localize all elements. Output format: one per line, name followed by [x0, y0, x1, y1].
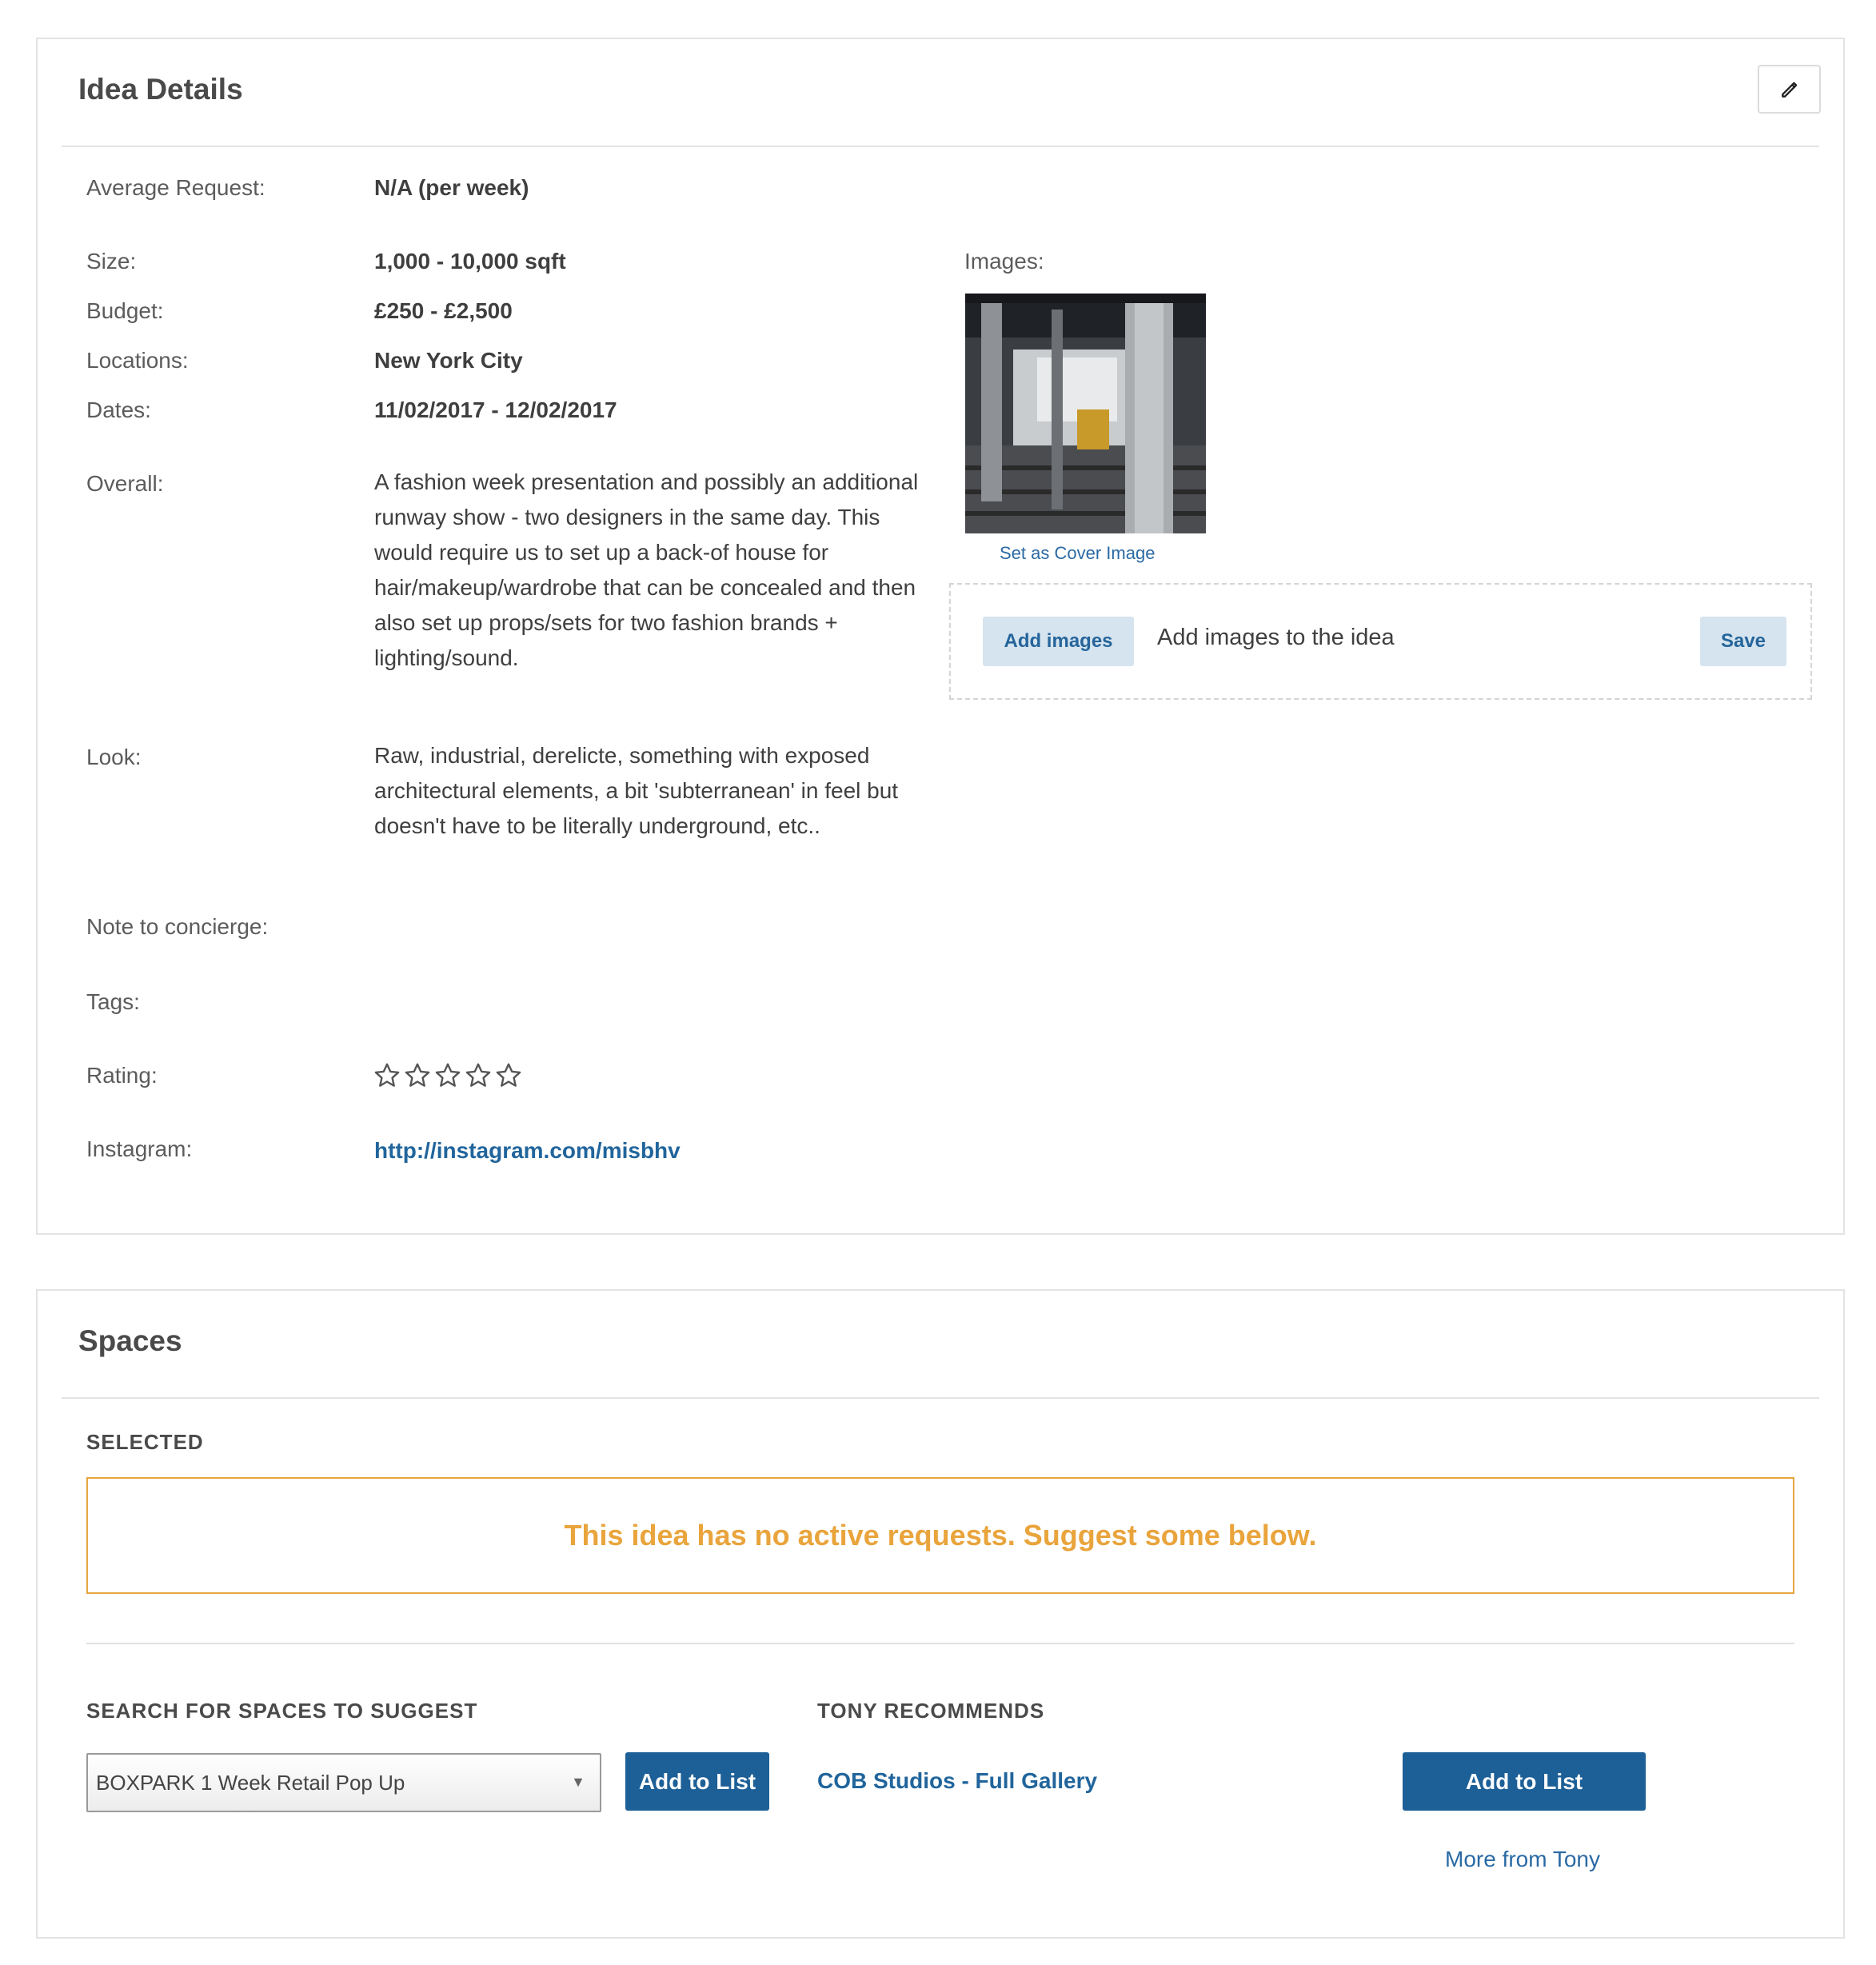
overall-label: Overall: — [86, 471, 164, 496]
selected-header: SELECTED — [86, 1430, 204, 1454]
locations-value: New York City — [374, 348, 523, 373]
rating-stars[interactable] — [373, 1061, 523, 1090]
star-icon[interactable] — [464, 1061, 493, 1090]
idea-image-thumbnail[interactable] — [965, 294, 1206, 533]
search-add-to-list-button[interactable]: Add to List — [625, 1752, 769, 1811]
recommend-add-to-list-button[interactable]: Add to List — [1403, 1752, 1646, 1811]
industrial-photo-image — [965, 294, 1206, 533]
spaces-title: Spaces — [78, 1324, 182, 1357]
average-request-value: N/A (per week) — [374, 175, 529, 200]
locations-label: Locations: — [86, 348, 189, 373]
star-icon[interactable] — [433, 1061, 462, 1090]
space-search-value: BOXPARK 1 Week Retail Pop Up — [96, 1770, 405, 1795]
look-value: Raw, industrial, derelicte, something wi… — [374, 743, 899, 838]
size-label: Size: — [86, 249, 137, 274]
rating-label: Rating: — [86, 1063, 158, 1088]
search-header: SEARCH FOR SPACES TO SUGGEST — [86, 1699, 478, 1723]
save-images-button[interactable]: Save — [1700, 617, 1786, 666]
recommended-space-link[interactable]: COB Studios - Full Gallery — [817, 1768, 1097, 1794]
budget-value: £250 - £2,500 — [374, 298, 513, 323]
overall-value: A fashion week presentation and possibly… — [374, 469, 919, 670]
add-images-button[interactable]: Add images — [983, 617, 1134, 666]
edit-button[interactable] — [1758, 65, 1821, 114]
dates-label: Dates: — [86, 397, 151, 422]
size-value: 1,000 - 10,000 sqft — [374, 249, 566, 274]
spaces-panel: Spaces SELECTED This idea has no active … — [36, 1289, 1845, 1939]
set-cover-image-link[interactable]: Set as Cover Image — [1000, 543, 1155, 564]
pencil-icon — [1781, 82, 1797, 98]
spaces-header-divider — [62, 1397, 1819, 1399]
space-search-select[interactable]: BOXPARK 1 Week Retail Pop Up ▼ — [86, 1753, 601, 1812]
image-upload-area: Add images Add images to the idea Save — [949, 583, 1812, 700]
more-from-tony-link[interactable]: More from Tony — [1445, 1847, 1600, 1872]
panel-title: Idea Details — [78, 73, 243, 106]
star-icon[interactable] — [373, 1061, 401, 1090]
recommends-header: TONY RECOMMENDS — [817, 1699, 1045, 1723]
dates-value: 11/02/2017 - 12/02/2017 — [374, 397, 617, 422]
note-label: Note to concierge: — [86, 914, 269, 939]
look-label: Look: — [86, 745, 142, 769]
no-requests-text: This idea has no active requests. Sugges… — [564, 1519, 1317, 1552]
instagram-link[interactable]: http://instagram.com/misbhv — [374, 1138, 681, 1164]
star-icon[interactable] — [494, 1061, 523, 1090]
average-request-label: Average Request: — [86, 175, 265, 200]
instagram-label: Instagram: — [86, 1136, 193, 1161]
no-requests-notice: This idea has no active requests. Sugges… — [86, 1477, 1794, 1594]
tags-label: Tags: — [86, 989, 140, 1014]
dropdown-caret-icon: ▼ — [571, 1774, 585, 1790]
idea-details-panel: Idea Details Average Request: N/A (per w… — [36, 38, 1845, 1235]
images-label: Images: — [964, 249, 1044, 274]
section-divider — [86, 1643, 1794, 1644]
star-icon[interactable] — [403, 1061, 432, 1090]
upload-hint: Add images to the idea — [1157, 625, 1395, 650]
header-divider — [62, 146, 1819, 147]
budget-label: Budget: — [86, 298, 164, 323]
